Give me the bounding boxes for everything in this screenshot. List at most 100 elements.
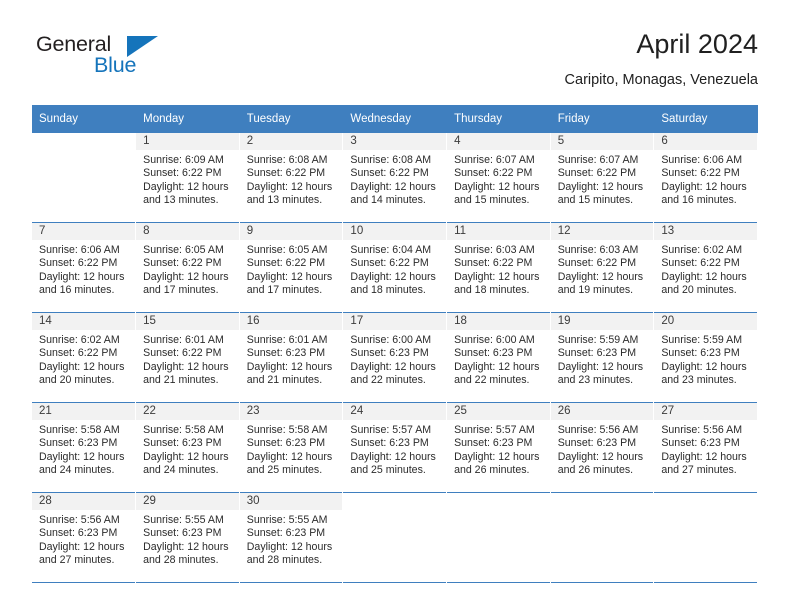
calendar-day-cell-empty	[446, 492, 551, 583]
sunrise-text: Sunrise: 5:56 AM	[557, 424, 639, 436]
sunset-text: Sunset: 6:22 PM	[661, 257, 740, 270]
calendar-day-cell[interactable]: 28 Sunrise: 5:56 AM Sunset: 6:23 PM Dayligh…	[32, 492, 137, 583]
daylight-text-line1: Daylight: 12 hours	[454, 360, 540, 373]
calendar-day-cell[interactable]: 6 Sunrise: 6:06 AM Sunset: 6:22 PM Daylight…	[653, 133, 758, 223]
calendar-day-cell[interactable]: 27 Sunrise: 5:56 AM Sunset: 6:23 PM Dayligh…	[653, 402, 758, 493]
day-sun-info: Sunrise: 5:57 AM Sunset: 6:23 PM Daylight:…	[343, 420, 446, 477]
day-sun-info: Sunrise: 6:05 AM Sunset: 6:22 PM Daylight:…	[136, 240, 239, 297]
day-sun-info: Sunrise: 5:58 AM Sunset: 6:23 PM Daylight:…	[240, 420, 343, 477]
sunrise-text: Sunrise: 6:07 AM	[557, 154, 639, 166]
day-number: 18	[447, 313, 550, 330]
calendar-day-cell[interactable]: 30 Sunrise: 5:55 AM Sunset: 6:23 PM Dayligh…	[239, 492, 344, 583]
calendar-page: General Blue April 2024 Caripito, Monaga…	[0, 0, 792, 612]
sunset-text: Sunset: 6:22 PM	[350, 257, 429, 270]
day-sun-info: Sunrise: 5:58 AM Sunset: 6:23 PM Daylight:…	[32, 420, 135, 477]
daylight-text-line1: Daylight: 12 hours	[661, 270, 747, 283]
calendar-day-cell[interactable]: 7 Sunrise: 6:06 AM Sunset: 6:22 PM Daylight…	[32, 222, 137, 313]
sunrise-text: Sunrise: 6:05 AM	[246, 244, 328, 256]
day-sun-info: Sunrise: 6:06 AM Sunset: 6:22 PM Daylight:…	[654, 150, 757, 207]
daylight-text-line2: and 22 minutes.	[350, 373, 426, 386]
sunset-text: Sunset: 6:22 PM	[246, 257, 326, 270]
day-number: 15	[136, 313, 239, 330]
daylight-text-line2: and 28 minutes.	[246, 553, 323, 566]
calendar-day-cell[interactable]: 24 Sunrise: 5:57 AM Sunset: 6:23 PM Dayligh…	[342, 402, 448, 493]
day-number: 24	[343, 403, 447, 420]
daylight-text-line2: and 13 minutes.	[246, 193, 323, 206]
daylight-text-line2: and 21 minutes.	[143, 373, 219, 386]
calendar-week-row: 1 Sunrise: 6:09 AM Sunset: 6:22 PM Daylight…	[32, 133, 758, 223]
calendar-day-cell[interactable]: 25 Sunrise: 5:57 AM Sunset: 6:23 PM Dayligh…	[446, 402, 551, 493]
calendar-day-cell[interactable]: 3 Sunrise: 6:08 AM Sunset: 6:22 PM Daylight…	[342, 133, 448, 223]
calendar-day-cell[interactable]: 20 Sunrise: 5:59 AM Sunset: 6:23 PM Dayligh…	[653, 312, 758, 403]
calendar-day-cell[interactable]: 10 Sunrise: 6:04 AM Sunset: 6:22 PM Dayligh…	[342, 222, 448, 313]
daylight-text-line1: Daylight: 12 hours	[661, 360, 747, 373]
day-number: 13	[654, 223, 757, 240]
calendar-day-cell[interactable]: 8 Sunrise: 6:05 AM Sunset: 6:22 PM Daylight…	[135, 222, 240, 313]
sunset-text: Sunset: 6:23 PM	[661, 437, 740, 450]
calendar-day-cell[interactable]: 19 Sunrise: 5:59 AM Sunset: 6:23 PM Dayligh…	[550, 312, 655, 403]
calendar-day-cell[interactable]: 11 Sunrise: 6:03 AM Sunset: 6:22 PM Dayligh…	[446, 222, 551, 313]
daylight-text-line2: and 24 minutes.	[143, 463, 219, 476]
sunset-text: Sunset: 6:23 PM	[557, 347, 637, 360]
calendar-day-cell[interactable]: 23 Sunrise: 5:58 AM Sunset: 6:23 PM Dayligh…	[239, 402, 344, 493]
day-number	[550, 493, 654, 510]
daylight-text-line1: Daylight: 12 hours	[143, 540, 229, 553]
daylight-text-line2: and 17 minutes.	[246, 283, 323, 296]
sunrise-text: Sunrise: 5:59 AM	[557, 334, 639, 346]
daylight-text-line2: and 20 minutes.	[661, 283, 737, 296]
sunrise-text: Sunrise: 6:03 AM	[557, 244, 639, 256]
sunset-text: Sunset: 6:22 PM	[557, 167, 637, 180]
calendar-day-cell[interactable]: 12 Sunrise: 6:03 AM Sunset: 6:22 PM Dayligh…	[550, 222, 655, 313]
day-sun-info: Sunrise: 5:59 AM Sunset: 6:23 PM Daylight:…	[551, 330, 654, 387]
day-sun-info: Sunrise: 5:55 AM Sunset: 6:23 PM Daylight:…	[240, 510, 343, 567]
sunrise-text: Sunrise: 6:05 AM	[143, 244, 224, 256]
sunrise-text: Sunrise: 6:00 AM	[350, 334, 432, 346]
daylight-text-line1: Daylight: 12 hours	[246, 360, 333, 373]
daylight-text-line2: and 16 minutes.	[661, 193, 737, 206]
day-number: 2	[239, 133, 343, 150]
daylight-text-line1: Daylight: 12 hours	[246, 180, 333, 193]
calendar-day-cell[interactable]: 2 Sunrise: 6:08 AM Sunset: 6:22 PM Daylight…	[239, 133, 344, 223]
page-title: April 2024	[636, 29, 758, 59]
calendar-day-cell[interactable]: 18 Sunrise: 6:00 AM Sunset: 6:23 PM Dayligh…	[446, 312, 551, 403]
daylight-text-line1: Daylight: 12 hours	[454, 450, 540, 463]
calendar-day-cell[interactable]: 14 Sunrise: 6:02 AM Sunset: 6:22 PM Dayligh…	[32, 312, 137, 403]
general-blue-logo[interactable]: General Blue	[32, 33, 212, 90]
calendar-day-cell[interactable]: 22 Sunrise: 5:58 AM Sunset: 6:23 PM Dayligh…	[135, 402, 240, 493]
calendar-day-cell[interactable]: 9 Sunrise: 6:05 AM Sunset: 6:22 PM Daylight…	[239, 222, 344, 313]
sunrise-text: Sunrise: 6:01 AM	[246, 334, 328, 346]
calendar-day-cell[interactable]: 29 Sunrise: 5:55 AM Sunset: 6:23 PM Dayligh…	[135, 492, 240, 583]
daylight-text-line1: Daylight: 12 hours	[39, 540, 125, 553]
day-sun-info: Sunrise: 6:07 AM Sunset: 6:22 PM Daylight:…	[447, 150, 550, 207]
day-number: 20	[654, 313, 757, 330]
day-number	[32, 133, 136, 150]
daylight-text-line2: and 23 minutes.	[557, 373, 634, 386]
calendar-day-cell[interactable]: 17 Sunrise: 6:00 AM Sunset: 6:23 PM Dayligh…	[342, 312, 448, 403]
sunset-text: Sunset: 6:23 PM	[39, 437, 118, 450]
day-number: 4	[447, 133, 550, 150]
sunset-text: Sunset: 6:22 PM	[454, 167, 533, 180]
sunset-text: Sunset: 6:22 PM	[246, 167, 326, 180]
calendar-day-cell[interactable]: 15 Sunrise: 6:01 AM Sunset: 6:22 PM Dayligh…	[135, 312, 240, 403]
calendar-day-cell[interactable]: 5 Sunrise: 6:07 AM Sunset: 6:22 PM Daylight…	[550, 133, 655, 223]
sunset-text: Sunset: 6:22 PM	[39, 257, 118, 270]
calendar-day-cell[interactable]: 4 Sunrise: 6:07 AM Sunset: 6:22 PM Daylight…	[446, 133, 551, 223]
daylight-text-line2: and 17 minutes.	[143, 283, 219, 296]
sunset-text: Sunset: 6:23 PM	[350, 437, 429, 450]
day-number: 14	[32, 313, 136, 330]
calendar-day-cell[interactable]: 16 Sunrise: 6:01 AM Sunset: 6:23 PM Dayligh…	[239, 312, 344, 403]
day-number: 6	[654, 133, 757, 150]
calendar-day-cell[interactable]: 26 Sunrise: 5:56 AM Sunset: 6:23 PM Dayligh…	[550, 402, 655, 493]
day-number	[447, 493, 550, 510]
daylight-text-line2: and 22 minutes.	[454, 373, 530, 386]
calendar-week-row: 28 Sunrise: 5:56 AM Sunset: 6:23 PM Dayligh…	[32, 492, 758, 583]
calendar-day-cell[interactable]: 13 Sunrise: 6:02 AM Sunset: 6:22 PM Dayligh…	[653, 222, 758, 313]
day-number: 3	[343, 133, 447, 150]
daylight-text-line2: and 19 minutes.	[557, 283, 634, 296]
sunset-text: Sunset: 6:22 PM	[39, 347, 118, 360]
sunrise-text: Sunrise: 5:57 AM	[454, 424, 535, 436]
calendar-day-cell[interactable]: 21 Sunrise: 5:58 AM Sunset: 6:23 PM Dayligh…	[32, 402, 137, 493]
day-sun-info: Sunrise: 6:01 AM Sunset: 6:22 PM Daylight:…	[136, 330, 239, 387]
daylight-text-line1: Daylight: 12 hours	[39, 450, 125, 463]
calendar-day-cell[interactable]: 1 Sunrise: 6:09 AM Sunset: 6:22 PM Daylight…	[135, 133, 240, 223]
